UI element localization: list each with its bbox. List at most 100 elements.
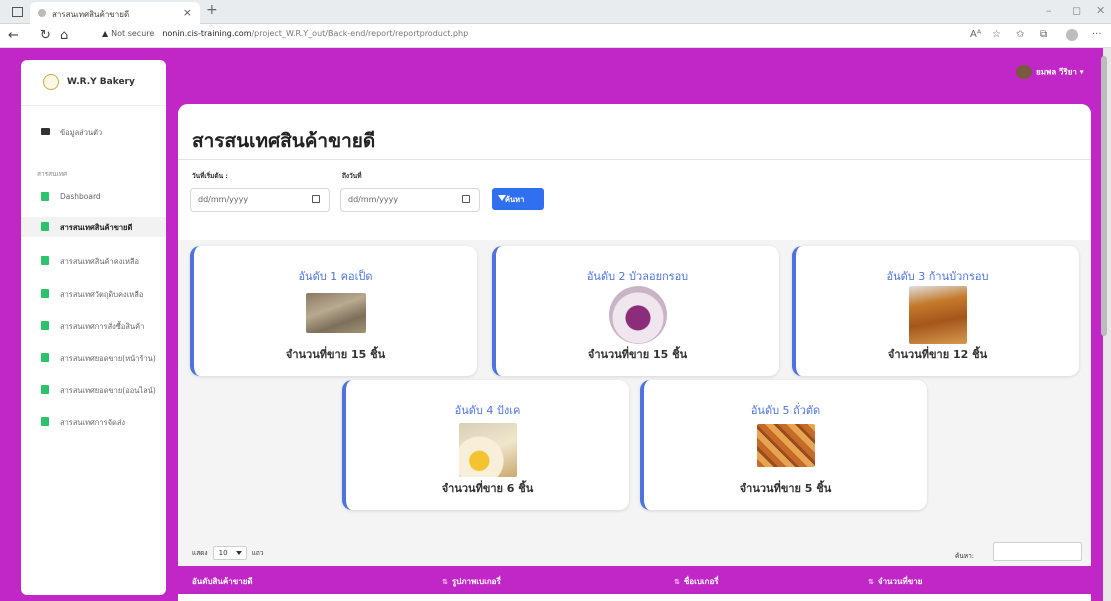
- table-search-label: ค้นหา:: [955, 552, 974, 560]
- page-title: สารสนเทศสินค้าขายดี: [192, 130, 376, 152]
- bestseller-card-5: อันดับ 5 ถั่วตัด จำนวนที่ขาย 5 ชิ้น: [640, 380, 927, 510]
- sort-icon: ⇅: [442, 578, 448, 586]
- start-date-label: วันที่เริ่มต้น :: [192, 172, 228, 180]
- book-icon: [41, 289, 49, 298]
- product-image: [908, 286, 967, 344]
- filter-section: สารสนเทศสินค้าขายดี วันที่เริ่มต้น : ถึง…: [178, 104, 1091, 240]
- end-date-placeholder: dd/mm/yyyy: [348, 195, 399, 204]
- sidebar-item-sales-store[interactable]: สารสนเทศยอดขาย(หน้าร้าน): [21, 348, 166, 368]
- sidebar-item-delivery[interactable]: สารสนเทศการจัดส่ง: [21, 412, 166, 432]
- column-header-sold[interactable]: ⇅ จำนวนที่ขาย: [868, 575, 922, 588]
- sidebar-item-sales-online[interactable]: สารสนเทศยอดขาย(ออนไลน์): [21, 380, 166, 400]
- sort-icon: ⇅: [868, 578, 874, 586]
- table-header: อันดับสินค้าขายดี ⇅ รูปภาพเบเกอรี่ ⇅ ชื่อเ…: [178, 566, 1091, 594]
- bestseller-card-4: อันดับ 4 ปังเค จำนวนที่ขาย 6 ชิ้น: [342, 380, 629, 510]
- page-length-control: แสดง 10 แถว: [192, 546, 264, 560]
- user-name: ยมพล วีริยา ▾: [1036, 67, 1084, 77]
- new-tab-icon[interactable]: +: [206, 2, 218, 18]
- sidebar-item-label: สารสนเทศการสั่งซื้อสินค้า: [60, 322, 145, 331]
- profile-icon[interactable]: [1066, 29, 1078, 41]
- close-window-icon[interactable]: ✕: [1096, 4, 1105, 17]
- sidebar-item-orders[interactable]: สารสนเทศการสั่งซื้อสินค้า: [21, 316, 166, 336]
- sidebar-item-dashboard[interactable]: Dashboard: [21, 187, 166, 207]
- sidebar-item-label: ข้อมูลส่วนตัว: [60, 128, 103, 137]
- page-length-value: 10: [218, 549, 228, 557]
- table-search-input[interactable]: [993, 542, 1082, 561]
- book-icon: [41, 321, 49, 330]
- sidebar-item-label: สารสนเทศสินค้าคงเหลือ: [60, 257, 140, 266]
- main-panel: สารสนเทศสินค้าขายดี วันที่เริ่มต้น : ถึง…: [178, 104, 1091, 601]
- browser-tab-bar: สารสนเทศสินค้าขายดี × + – ◻ ✕: [0, 0, 1111, 24]
- collections-icon[interactable]: ⧉: [1040, 29, 1047, 40]
- sidebar-item-label: สารสนเทศสินค้าขายดี: [60, 223, 133, 232]
- sidebar-item-profile[interactable]: ข้อมูลส่วนตัว: [21, 122, 166, 142]
- end-date-input[interactable]: dd/mm/yyyy: [340, 188, 480, 212]
- bakery-logo-icon: [43, 74, 59, 90]
- search-button[interactable]: ค้นหา: [492, 188, 544, 210]
- minimize-icon[interactable]: –: [1046, 4, 1052, 17]
- favorite-star-icon[interactable]: ☆: [992, 29, 1001, 40]
- read-aloud-icon[interactable]: Aᴬ: [970, 29, 981, 40]
- scrollbar-thumb[interactable]: [1101, 56, 1107, 336]
- bestseller-card-2: อันดับ 2 บัวลอยกรอบ จำนวนที่ขาย 15 ชิ้น: [492, 246, 779, 376]
- table-row: [178, 594, 1091, 601]
- page-length-select[interactable]: 10: [212, 546, 247, 560]
- book-icon: [41, 417, 49, 426]
- avatar: [1016, 65, 1032, 79]
- bestseller-card-3: อันดับ 3 ก้านบัวกรอบ จำนวนที่ขาย 12 ชิ้น: [792, 246, 1079, 376]
- reload-icon[interactable]: ↻: [40, 28, 51, 43]
- card-rank: อันดับ 5 ถั่วตัด: [750, 404, 821, 417]
- product-image: [305, 293, 366, 333]
- id-card-icon: [41, 128, 50, 135]
- card-rank: อันดับ 2 บัวลอยกรอบ: [586, 270, 689, 283]
- calendar-icon[interactable]: [312, 195, 320, 203]
- brand-name: W.R.Y Bakery: [67, 77, 135, 87]
- book-icon: [41, 192, 49, 201]
- book-icon: [41, 222, 49, 231]
- sidebar-item-label: Dashboard: [60, 192, 101, 201]
- not-secure-label: Not secure: [111, 29, 155, 38]
- column-header-rank[interactable]: อันดับสินค้าขายดี: [192, 575, 253, 588]
- card-rank: อันดับ 1 คอเป็ด: [298, 270, 373, 283]
- tab-title: สารสนเทศสินค้าขายดี: [52, 10, 130, 19]
- book-icon: [41, 353, 49, 362]
- warning-icon: ▲: [102, 29, 109, 38]
- sidebar-item-label: สารสนเทศการจัดส่ง: [60, 418, 126, 427]
- page-scrollbar[interactable]: [1101, 48, 1111, 601]
- sidebar-section-label: สารสนเทศ: [37, 170, 68, 178]
- show-suffix: แถว: [251, 549, 264, 557]
- card-sold: จำนวนที่ขาย 12 ชิ้น: [887, 348, 988, 361]
- browser-tab[interactable]: สารสนเทศสินค้าขายดี ×: [30, 2, 200, 24]
- column-header-name[interactable]: ⇅ ชื่อเบเกอรี่: [674, 575, 719, 588]
- sidebar-item-label: สารสนเทศยอดขาย(ออนไลน์): [60, 386, 156, 395]
- show-prefix: แสดง: [192, 549, 208, 557]
- home-icon[interactable]: ⌂: [60, 28, 68, 43]
- sidebar-item-material-stock[interactable]: สารสนเทศวัตถุดิบคงเหลือ: [21, 284, 166, 304]
- sidebar-item-label: สารสนเทศยอดขาย(หน้าร้าน): [60, 354, 156, 363]
- favicon-icon: [38, 9, 46, 17]
- brand[interactable]: W.R.Y Bakery: [21, 60, 166, 106]
- favorites-icon[interactable]: ✩: [1016, 29, 1024, 40]
- url-path: /project_W.R.Y_out/Back-end/report/repor…: [251, 29, 469, 38]
- card-sold: จำนวนที่ขาย 6 ชิ้น: [441, 482, 534, 495]
- product-image: [608, 286, 667, 344]
- product-image: [756, 424, 815, 467]
- column-header-image[interactable]: ⇅ รูปภาพเบเกอรี่: [442, 575, 501, 588]
- sidebar: W.R.Y Bakery ข้อมูลส่วนตัว สารสนเทศ Dash…: [21, 60, 166, 595]
- card-rank: อันดับ 3 ก้านบัวกรอบ: [886, 270, 989, 283]
- more-icon[interactable]: ···: [1092, 29, 1102, 40]
- sidebar-item-bestseller[interactable]: สารสนเทศสินค้าขายดี: [21, 217, 166, 237]
- user-menu[interactable]: ยมพล วีริยา ▾: [1016, 65, 1084, 79]
- close-tab-icon[interactable]: ×: [183, 6, 192, 19]
- restore-icon[interactable]: ◻: [1072, 4, 1081, 17]
- url-field[interactable]: ▲ Not secure nonin.cis-training.com/projec…: [102, 29, 468, 38]
- chevron-down-icon: [235, 551, 242, 555]
- sidebar-item-product-stock[interactable]: สารสนเทศสินค้าคงเหลือ: [21, 251, 166, 271]
- back-icon[interactable]: ←: [8, 28, 19, 43]
- start-date-placeholder: dd/mm/yyyy: [198, 195, 249, 204]
- product-image: [458, 423, 517, 477]
- start-date-input[interactable]: dd/mm/yyyy: [190, 188, 330, 212]
- window-menu-icon[interactable]: [12, 7, 23, 17]
- calendar-icon[interactable]: [462, 195, 470, 203]
- book-icon: [41, 256, 49, 265]
